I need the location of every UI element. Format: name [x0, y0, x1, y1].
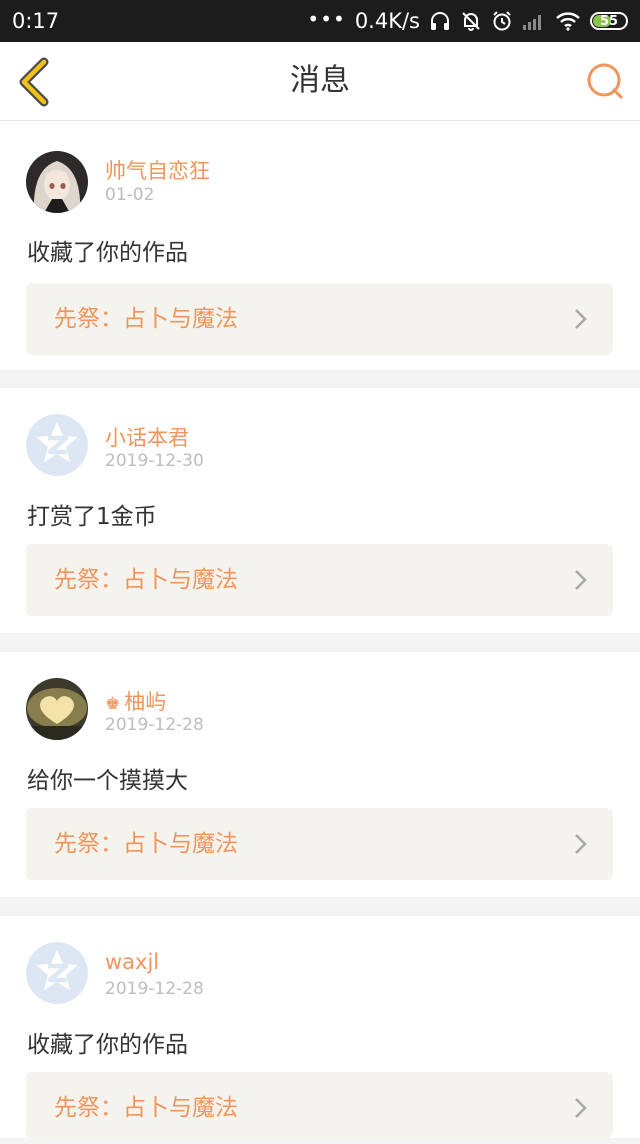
message-card: waxjl 2019-12-28 收藏了你的作品 先祭：占卜与魔法 [0, 916, 640, 1138]
user-name-text: waxjl [105, 950, 160, 974]
chevron-right-icon [575, 570, 587, 590]
avatar[interactable] [26, 942, 88, 1004]
message-date: 2019-12-28 [105, 715, 204, 735]
default-avatar-icon [26, 414, 88, 476]
message-text: 给你一个摸摸大 [27, 768, 188, 794]
message-card: 小话本君 2019-12-30 打赏了1金币 先祭：占卜与魔法 [0, 388, 640, 633]
battery-icon: 55 [590, 12, 628, 30]
user-name[interactable]: 帅气自恋狂 [105, 155, 210, 185]
status-icons: ••• 0.4K/s 55 [307, 7, 628, 33]
app-header: 消息 [0, 42, 640, 121]
message-text: 收藏了你的作品 [27, 1032, 188, 1058]
user-name-text: 小话本君 [105, 426, 189, 450]
work-link[interactable]: 先祭：占卜与魔法 [26, 1072, 613, 1138]
message-text: 收藏了你的作品 [27, 240, 188, 266]
network-speed: 0.4K/s [354, 9, 420, 33]
mute-bell-icon [462, 12, 480, 31]
work-link[interactable]: 先祭：占卜与魔法 [26, 808, 613, 880]
signal-icon [523, 15, 541, 30]
user-name-text: 柚屿 [124, 690, 167, 714]
message-date: 2019-12-28 [105, 979, 204, 999]
user-name[interactable]: ♚ 柚屿 [105, 686, 166, 716]
work-link[interactable]: 先祭：占卜与魔法 [26, 283, 613, 355]
heart-photo-avatar-icon [26, 678, 88, 740]
chevron-right-icon [575, 1098, 587, 1118]
chevron-right-icon [575, 834, 587, 854]
wifi-icon [556, 12, 580, 31]
avatar[interactable] [26, 678, 88, 740]
avatar[interactable] [26, 414, 88, 476]
message-card: ♚ 柚屿 2019-12-28 给你一个摸摸大 先祭：占卜与魔法 [0, 652, 640, 897]
status-time: 0:17 [12, 9, 60, 33]
user-name-text: 帅气自恋狂 [105, 159, 210, 183]
battery-level: 55 [599, 13, 619, 29]
work-title: 先祭：占卜与魔法 [54, 306, 238, 332]
default-avatar-icon [26, 942, 88, 1004]
work-title: 先祭：占卜与魔法 [54, 1095, 238, 1121]
work-link[interactable]: 先祭：占卜与魔法 [26, 544, 613, 616]
anime-girl-avatar-icon [26, 151, 88, 213]
chevron-right-icon [575, 309, 587, 329]
page-title: 消息 [290, 63, 350, 98]
message-text: 打赏了1金币 [27, 504, 157, 530]
headphones-icon [431, 12, 449, 30]
work-title: 先祭：占卜与魔法 [54, 831, 238, 857]
message-date: 01-02 [105, 185, 155, 205]
message-date: 2019-12-30 [105, 451, 204, 471]
notification-dots: ••• [307, 7, 346, 31]
avatar[interactable] [26, 151, 88, 213]
message-card: 帅气自恋狂 01-02 收藏了你的作品 先祭：占卜与魔法 [0, 121, 640, 370]
alarm-icon [493, 11, 511, 31]
user-name[interactable]: waxjl [105, 950, 159, 974]
work-title: 先祭：占卜与魔法 [54, 567, 238, 593]
user-name[interactable]: 小话本君 [105, 422, 189, 452]
status-bar: 0:17 ••• 0.4K/s 55 [0, 0, 640, 42]
vip-crown-icon: ♚ [105, 694, 121, 714]
search-icon[interactable] [584, 60, 626, 102]
